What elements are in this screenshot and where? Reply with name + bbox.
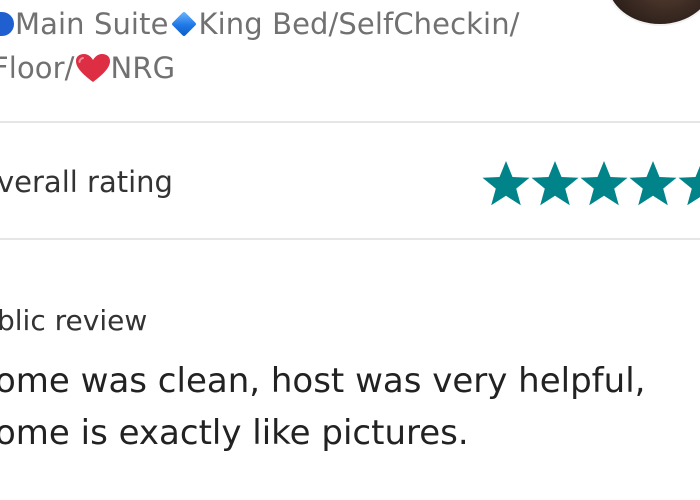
star-icon (482, 161, 530, 206)
star-icon (580, 161, 628, 206)
blue-diamond-icon (170, 11, 197, 37)
listing-title-text: NRG (110, 51, 176, 85)
listing-title-text: Main Suite (15, 7, 169, 41)
review-line-1: ome was clean, host was very helpful, (0, 361, 646, 401)
listing-title-line-1: Main Suite King Bed/SelfCheckin/ (0, 2, 634, 46)
overall-rating-stars (480, 159, 700, 209)
listing-title-text: King Bed/SelfCheckin/ (198, 7, 520, 41)
star-icon (629, 161, 677, 206)
listing-title-line-2: Floor/ NRG (0, 46, 634, 90)
section-divider (0, 238, 700, 240)
star-icon (531, 161, 579, 206)
review-line-2: ome is exactly like pictures. (0, 413, 469, 453)
public-review-text: ome was clean, host was very helpful, om… (0, 355, 695, 459)
public-review-heading: blic review (0, 304, 148, 337)
star-icon (678, 165, 700, 206)
listing-title-text: Floor/ (0, 51, 75, 85)
review-detail-screen: Main Suite King Bed/SelfCheckin/ Floor/ N… (0, 0, 700, 500)
blue-circle-icon (0, 12, 14, 36)
red-heart-icon (75, 54, 110, 82)
listing-title: Main Suite King Bed/SelfCheckin/ Floor/ N… (0, 2, 634, 90)
overall-rating-label: verall rating (0, 165, 173, 199)
section-divider (0, 121, 700, 123)
